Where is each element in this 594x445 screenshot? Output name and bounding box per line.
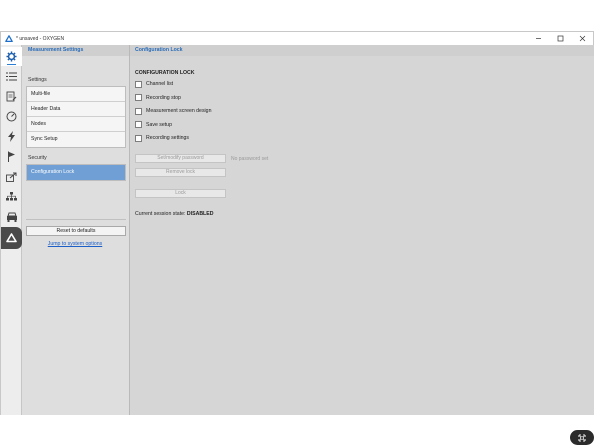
collapse-icon: [578, 433, 586, 442]
recording-stop-checkbox[interactable]: [135, 94, 142, 101]
checkbox-row-measurement-screen-design[interactable]: Measurement screen design: [135, 107, 211, 115]
rail-instruments[interactable]: [1, 107, 22, 126]
checkbox-row-recording-settings[interactable]: Recording settings: [135, 134, 189, 142]
oxygen-app-icon: [5, 34, 13, 42]
recording-settings-checkbox[interactable]: [135, 134, 142, 142]
checkbox-row-recording-stop[interactable]: Recording stop: [135, 94, 181, 102]
nav-item-multi-file[interactable]: Multi-file: [27, 87, 125, 102]
icon-rail: [1, 45, 22, 415]
settings-section-label: Settings: [28, 77, 47, 83]
minimize-button[interactable]: [527, 32, 549, 45]
nav-item-sync-setup[interactable]: Sync Setup: [27, 132, 125, 147]
nav-item-header-data[interactable]: Header Data: [27, 102, 125, 117]
rail-channel-list[interactable]: [1, 67, 22, 86]
configuration-lock-panel: Configuration Lock CONFIGURATION LOCK Ch…: [130, 45, 594, 415]
reset-to-defaults-button[interactable]: Reset to defaults: [26, 226, 126, 236]
title-bar: * unsaved - OXYGEN: [1, 32, 593, 45]
rail-network[interactable]: [1, 187, 22, 206]
rail-edit[interactable]: [1, 87, 22, 106]
session-state-value: DISABLED: [186, 211, 214, 217]
session-state-label: Current session state:: [135, 211, 186, 217]
rail-export[interactable]: [1, 167, 22, 186]
security-section-label: Security: [28, 155, 47, 161]
divider: [26, 219, 126, 220]
checkbox-label: Recording settings: [146, 135, 189, 141]
maximize-icon: [557, 35, 563, 42]
checkbox-label: Save setup: [146, 121, 172, 128]
page-title: Configuration Lock: [130, 45, 594, 56]
close-icon: [579, 35, 585, 42]
gauge-icon: [6, 111, 17, 122]
rail-oxygen[interactable]: [1, 227, 22, 249]
password-status-text: No password set: [231, 156, 269, 162]
close-button[interactable]: [571, 32, 593, 45]
rail-settings[interactable]: [1, 47, 22, 66]
checkbox-row-channel-list[interactable]: Channel list: [135, 80, 173, 88]
network-icon: [6, 192, 17, 201]
app-window: * unsaved - OXYGEN Measurement Settings …: [0, 31, 594, 445]
rail-markers[interactable]: [1, 147, 22, 166]
window-title: * unsaved - OXYGEN: [16, 35, 65, 42]
vehicle-icon: [6, 212, 17, 222]
oxygen-logo-icon: [6, 233, 17, 243]
checkbox-label: Channel list: [146, 81, 174, 87]
window-controls: [527, 32, 593, 45]
jump-to-system-options-link[interactable]: Jump to system options: [22, 241, 128, 247]
list-icon: [6, 72, 17, 81]
edit-document-icon: [6, 91, 17, 102]
security-list: Configuration Lock: [26, 164, 126, 181]
save-setup-checkbox[interactable]: [135, 121, 142, 128]
maximize-button[interactable]: [549, 32, 571, 45]
session-state: Current session state: DISABLED: [135, 211, 213, 217]
rail-triggers[interactable]: [1, 127, 22, 146]
nav-item-configuration-lock[interactable]: Configuration Lock: [27, 165, 125, 180]
section-title: CONFIGURATION LOCK: [135, 70, 195, 76]
nav-item-nodes[interactable]: Nodes: [27, 117, 125, 132]
lightning-icon: [8, 131, 15, 142]
checkbox-label: Recording stop: [146, 94, 181, 101]
gear-icon: [6, 51, 17, 62]
remove-lock-button[interactable]: Remove lock: [135, 168, 226, 177]
export-icon: [6, 172, 17, 182]
minimize-icon: [535, 38, 541, 39]
settings-navigation: Measurement Settings Settings Multi-file…: [22, 45, 130, 415]
settings-list: Multi-file Header Data Nodes Sync Setup: [26, 86, 126, 148]
channel-list-checkbox[interactable]: [135, 80, 142, 88]
checkbox-row-save-setup[interactable]: Save setup: [135, 121, 172, 129]
rail-vehicle[interactable]: [1, 207, 22, 226]
fullscreen-toggle-button[interactable]: [570, 430, 594, 445]
panel-header: Measurement Settings: [22, 45, 129, 56]
checkbox-label: Measurement screen design: [146, 108, 212, 114]
flag-icon: [8, 151, 15, 162]
lock-button[interactable]: Lock: [135, 189, 226, 198]
set-modify-password-button[interactable]: Set/modify password: [135, 154, 226, 163]
measurement-screen-design-checkbox[interactable]: [135, 107, 142, 115]
